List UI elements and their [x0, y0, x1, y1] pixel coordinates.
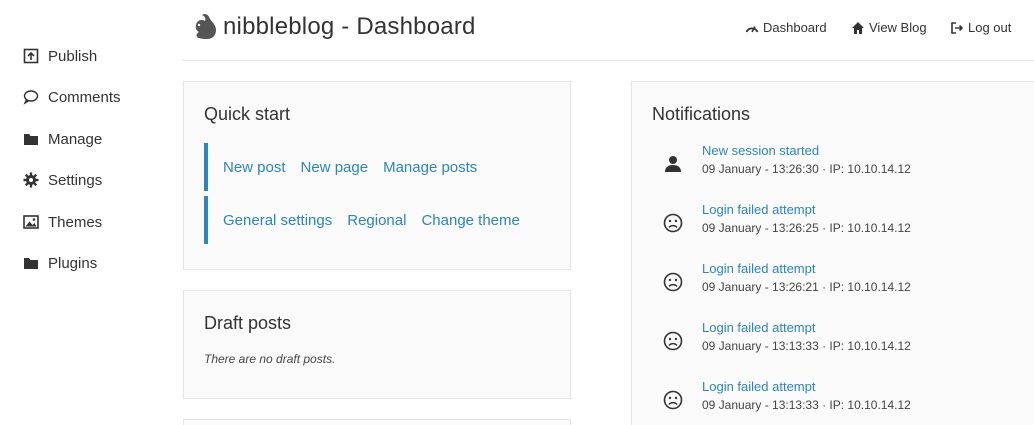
- sad-face-icon: [662, 389, 684, 411]
- notification-meta: 09 January - 13:26:30 · IP: 10.10.14.12: [702, 162, 911, 176]
- sad-face-icon: [662, 330, 684, 352]
- nav-label: View Blog: [869, 20, 927, 35]
- nav-label: Dashboard: [763, 20, 827, 35]
- image-icon: [22, 213, 40, 231]
- publish-icon: [22, 47, 40, 65]
- sidebar-item-manage[interactable]: Manage: [22, 127, 102, 151]
- gear-icon: [22, 171, 40, 189]
- user-icon: [662, 153, 684, 175]
- sidebar-item-label: Themes: [48, 213, 103, 231]
- draft-posts-panel: Draft posts There are no draft posts.: [183, 290, 571, 399]
- draft-posts-title: Draft posts: [204, 313, 292, 333]
- sidebar-item-label: Manage: [48, 130, 103, 148]
- folder-icon: [22, 130, 40, 148]
- quick-start-row-settings: General settings Regional Change theme: [204, 196, 552, 244]
- general-settings-link[interactable]: General settings: [223, 212, 332, 229]
- notification-title-link[interactable]: New session started: [702, 143, 819, 158]
- notification-meta: 09 January - 13:26:21 · IP: 10.10.14.12: [702, 280, 911, 294]
- sidebar: Publish Comments Manage Settings Themes …: [0, 0, 183, 425]
- speedometer-icon: [745, 21, 759, 35]
- folder-icon: [22, 254, 40, 272]
- notification-meta: 09 January - 13:26:25 · IP: 10.10.14.12: [702, 221, 911, 235]
- notifications-panel: Notifications New session started 09 Jan…: [631, 81, 1034, 425]
- nav-view-blog-link[interactable]: View Blog: [851, 20, 927, 35]
- notifications-title: Notifications: [652, 104, 751, 124]
- sidebar-item-label: Comments: [48, 88, 121, 106]
- header: nibbleblog - Dashboard Dashboard View Bl…: [183, 0, 1034, 61]
- draft-empty-text: There are no draft posts.: [204, 352, 336, 366]
- manage-posts-link[interactable]: Manage posts: [383, 159, 477, 176]
- sidebar-item-plugins[interactable]: Plugins: [22, 251, 97, 275]
- notification-item: Login failed attempt 09 January - 13:26:…: [652, 261, 1022, 307]
- sidebar-item-label: Plugins: [48, 254, 98, 272]
- quick-start-panel: Quick start New post New page Manage pos…: [183, 81, 571, 270]
- sidebar-item-settings[interactable]: Settings: [22, 168, 102, 192]
- squirrel-logo-icon: [191, 12, 217, 42]
- sidebar-item-publish[interactable]: Publish: [22, 44, 97, 68]
- quick-start-row-content: New post New page Manage posts: [204, 143, 552, 191]
- quick-start-title: Quick start: [204, 104, 291, 124]
- page-title: nibbleblog - Dashboard: [223, 13, 476, 40]
- notification-title-link[interactable]: Login failed attempt: [702, 202, 815, 217]
- sad-face-icon: [662, 271, 684, 293]
- brand: nibbleblog - Dashboard: [191, 12, 476, 42]
- notification-meta: 09 January - 13:13:33 · IP: 10.10.14.12: [702, 398, 911, 412]
- new-post-link[interactable]: New post: [223, 159, 286, 176]
- notification-item: Login failed attempt 09 January - 13:13:…: [652, 320, 1022, 366]
- change-theme-link[interactable]: Change theme: [421, 212, 519, 229]
- sidebar-item-label: Publish: [48, 47, 98, 65]
- new-page-link[interactable]: New page: [301, 159, 369, 176]
- sidebar-item-themes[interactable]: Themes: [22, 210, 102, 234]
- nav-label: Log out: [968, 20, 1012, 35]
- regional-link[interactable]: Regional: [347, 212, 406, 229]
- notification-title-link[interactable]: Login failed attempt: [702, 379, 815, 394]
- notification-item: Login failed attempt 09 January - 13:13:…: [652, 379, 1022, 425]
- notification-title-link[interactable]: Login failed attempt: [702, 261, 815, 276]
- additional-panel: [183, 419, 571, 425]
- nav-dashboard-link[interactable]: Dashboard: [745, 20, 827, 35]
- sidebar-item-comments[interactable]: Comments: [22, 85, 121, 109]
- notification-title-link[interactable]: Login failed attempt: [702, 320, 815, 335]
- notification-item: Login failed attempt 09 January - 13:26:…: [652, 202, 1022, 248]
- notification-meta: 09 January - 13:13:33 · IP: 10.10.14.12: [702, 339, 911, 353]
- sidebar-item-label: Settings: [48, 171, 103, 189]
- comment-icon: [22, 88, 40, 106]
- logout-icon: [950, 21, 964, 35]
- home-icon: [851, 21, 865, 35]
- notification-item: New session started 09 January - 13:26:3…: [652, 143, 1022, 189]
- nav-logout-link[interactable]: Log out: [950, 20, 1011, 35]
- sad-face-icon: [662, 212, 684, 234]
